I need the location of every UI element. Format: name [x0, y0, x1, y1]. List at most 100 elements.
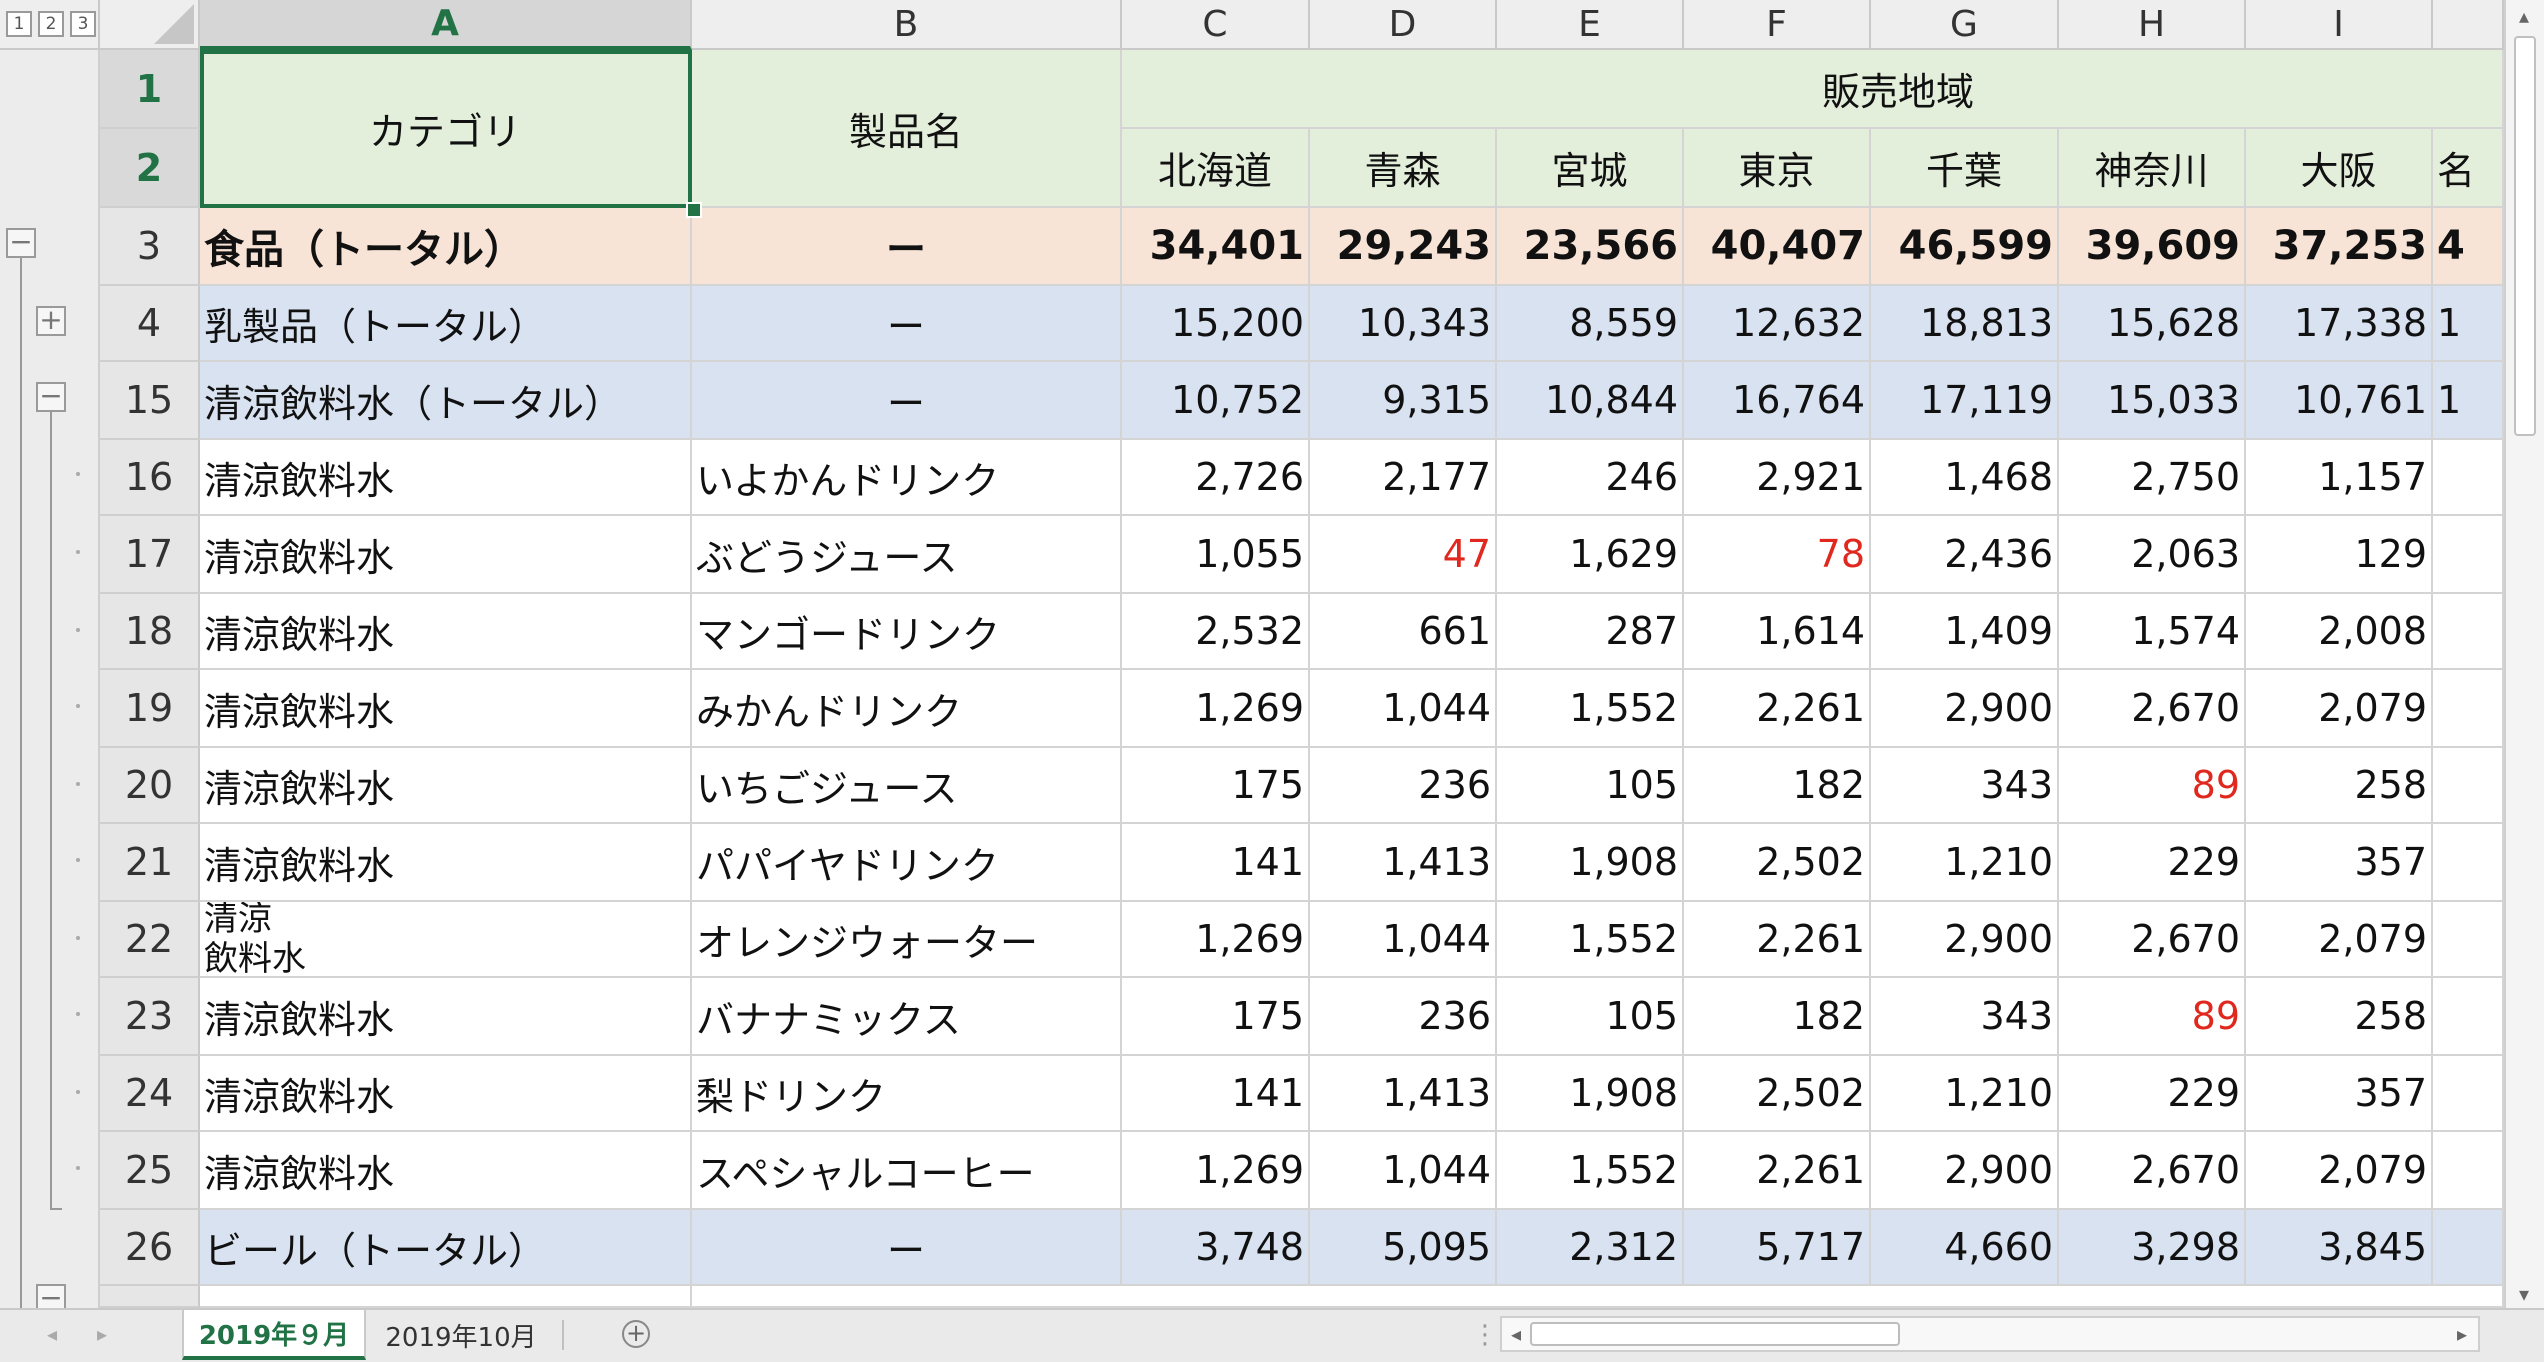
row-header-16[interactable]: 16	[100, 440, 200, 516]
value-cell[interactable]: 16,764	[1684, 362, 1871, 440]
column-header-g[interactable]: G	[1871, 0, 2059, 50]
value-cell[interactable]: 4	[2433, 208, 2504, 286]
value-cell[interactable]	[2433, 902, 2504, 978]
value-cell[interactable]: 37,253	[2246, 208, 2433, 286]
product-cell[interactable]: スペシャルコーヒー	[692, 1132, 1122, 1210]
expand-group-icon[interactable]: +	[36, 306, 66, 336]
region-header-cell[interactable]: 神奈川	[2059, 129, 2246, 208]
value-cell[interactable]	[2433, 978, 2504, 1056]
column-header-c[interactable]: C	[1122, 0, 1310, 50]
product-cell[interactable]: いよかんドリンク	[692, 440, 1122, 516]
value-cell[interactable]: 661	[1310, 594, 1497, 670]
value-cell[interactable]: 357	[2246, 824, 2433, 902]
region-header-cell[interactable]: 青森	[1310, 129, 1497, 208]
value-cell[interactable]: 2,502	[1684, 824, 1871, 902]
value-cell[interactable]: 89	[2059, 748, 2246, 824]
column-header-i[interactable]: I	[2246, 0, 2433, 50]
value-cell[interactable]: 1,552	[1497, 670, 1684, 748]
value-cell[interactable]: 2,670	[2059, 902, 2246, 978]
value-cell[interactable]: 17,119	[1871, 362, 2059, 440]
value-cell[interactable]: 1,413	[1310, 1056, 1497, 1132]
value-cell[interactable]: 1,413	[1310, 824, 1497, 902]
value-cell[interactable]: 2,079	[2246, 670, 2433, 748]
category-cell[interactable]: 清涼飲料水	[200, 824, 692, 902]
value-cell[interactable]: 1,629	[1497, 516, 1684, 594]
value-cell[interactable]: 182	[1684, 978, 1871, 1056]
product-cell[interactable]: マンゴードリンク	[692, 594, 1122, 670]
value-cell[interactable]: 105	[1497, 978, 1684, 1056]
region-header-cell[interactable]: 宮城	[1497, 129, 1684, 208]
value-cell[interactable]: 2,502	[1684, 1056, 1871, 1132]
value-cell[interactable]: 1,044	[1310, 670, 1497, 748]
category-cell[interactable]: 清涼飲料水	[200, 440, 692, 516]
value-cell[interactable]: 2,063	[2059, 516, 2246, 594]
category-cell[interactable]: 清涼飲料水	[200, 1056, 692, 1132]
category-cell[interactable]: 清涼飲料水	[200, 594, 692, 670]
value-cell[interactable]: 10,752	[1122, 362, 1310, 440]
value-cell[interactable]: 2,670	[2059, 670, 2246, 748]
value-cell[interactable]: 1,269	[1122, 670, 1310, 748]
value-cell[interactable]: 2,079	[2246, 1132, 2433, 1210]
row-header-1[interactable]: 1	[100, 50, 200, 129]
value-cell[interactable]: 2,726	[1122, 440, 1310, 516]
product-cell[interactable]: 梨ドリンク	[692, 1056, 1122, 1132]
horizontal-scrollbar[interactable]: ◂ ▸	[1500, 1316, 2480, 1352]
column-header-a[interactable]: A	[200, 0, 692, 50]
value-cell[interactable]: 2,750	[2059, 440, 2246, 516]
value-cell[interactable]: 246	[1497, 440, 1684, 516]
product-cell[interactable]: ー	[692, 362, 1122, 440]
product-cell[interactable]: みかんドリンク	[692, 670, 1122, 748]
category-cell[interactable]: 清涼飲料水	[200, 516, 692, 594]
value-cell[interactable]: 2,079	[2246, 902, 2433, 978]
value-cell[interactable]: 89	[2059, 978, 2246, 1056]
category-cell[interactable]: 清涼飲料水（トータル）	[200, 362, 692, 440]
value-cell[interactable]: 39,609	[2059, 208, 2246, 286]
row-header-17[interactable]: 17	[100, 516, 200, 594]
value-cell[interactable]: 1,044	[1310, 902, 1497, 978]
value-cell[interactable]	[2433, 1210, 2504, 1286]
value-cell[interactable]: 2,900	[1871, 902, 2059, 978]
value-cell[interactable]: 1,210	[1871, 824, 2059, 902]
outline-level-2-button[interactable]: 2	[38, 11, 64, 37]
scroll-down-icon[interactable]: ▾	[2512, 1282, 2536, 1306]
value-cell[interactable]: 141	[1122, 1056, 1310, 1132]
value-cell[interactable]: 10,761	[2246, 362, 2433, 440]
category-cell[interactable]: ビール（トータル）	[200, 1210, 692, 1286]
value-cell[interactable]	[2433, 748, 2504, 824]
value-cell[interactable]: 1,908	[1497, 824, 1684, 902]
product-cell[interactable]: いちごジュース	[692, 748, 1122, 824]
fill-handle[interactable]	[686, 202, 702, 218]
value-cell[interactable]: 1,614	[1684, 594, 1871, 670]
value-cell[interactable]	[2433, 1132, 2504, 1210]
value-cell[interactable]: 1	[2433, 286, 2504, 362]
value-cell[interactable]: 1,044	[1310, 1132, 1497, 1210]
value-cell[interactable]: 5,095	[1310, 1210, 1497, 1286]
value-cell[interactable]: 47	[1310, 516, 1497, 594]
value-cell[interactable]: 3,845	[2246, 1210, 2433, 1286]
value-cell[interactable]	[2433, 594, 2504, 670]
value-cell[interactable]: 1,552	[1497, 1132, 1684, 1210]
product-cell[interactable]: ー	[692, 208, 1122, 286]
horizontal-scroll-thumb[interactable]	[1530, 1322, 1900, 1346]
value-cell[interactable]	[2433, 1056, 2504, 1132]
value-cell[interactable]: 3,748	[1122, 1210, 1310, 1286]
category-cell[interactable]: 清涼飲料水	[200, 902, 692, 978]
product-cell[interactable]: オレンジウォーター	[692, 902, 1122, 978]
value-cell[interactable]: 2,261	[1684, 670, 1871, 748]
value-cell[interactable]: 182	[1684, 748, 1871, 824]
value-cell[interactable]	[2433, 670, 2504, 748]
tab-scroll-right-icon[interactable]: ▸	[90, 1322, 114, 1346]
value-cell[interactable]: 78	[1684, 516, 1871, 594]
row-header-26[interactable]: 26	[100, 1210, 200, 1286]
value-cell[interactable]: 2,900	[1871, 1132, 2059, 1210]
value-cell[interactable]: 1,574	[2059, 594, 2246, 670]
column-header-j[interactable]	[2433, 0, 2504, 50]
outline-level-1-button[interactable]: 1	[6, 11, 32, 37]
value-cell[interactable]: 15,628	[2059, 286, 2246, 362]
region-header-cell[interactable]: 大阪	[2246, 129, 2433, 208]
select-all-corner[interactable]	[100, 0, 200, 50]
product-cell[interactable]: ー	[692, 1210, 1122, 1286]
value-cell[interactable]: 2,261	[1684, 1132, 1871, 1210]
value-cell[interactable]: 46,599	[1871, 208, 2059, 286]
column-header-d[interactable]: D	[1310, 0, 1497, 50]
